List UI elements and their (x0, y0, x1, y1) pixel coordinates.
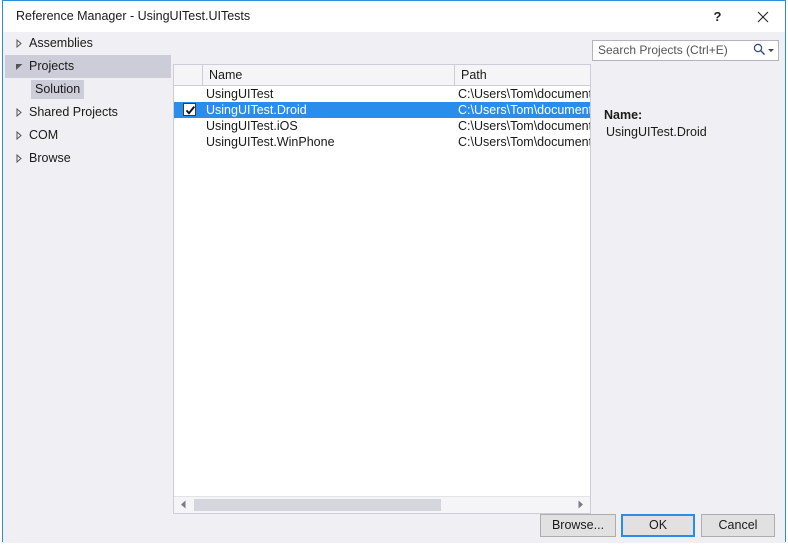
table-row[interactable]: UsingUITest.iOS C:\Users\Tom\document (174, 118, 590, 134)
projects-list: Name Path UsingUITest C:\Users\Tom\docum… (173, 64, 591, 514)
sidebar-item-label: Solution (31, 80, 85, 99)
sidebar-item-assemblies[interactable]: Assemblies (5, 32, 171, 55)
row-path: C:\Users\Tom\document (458, 135, 590, 149)
search-icon-group[interactable] (746, 42, 774, 59)
row-path: C:\Users\Tom\document (458, 87, 590, 101)
row-name: UsingUITest.iOS (206, 119, 298, 133)
row-name: UsingUITest (206, 87, 274, 101)
category-tree: Assemblies Projects Solution Shared Proj… (5, 32, 171, 513)
chevron-right-icon (15, 147, 29, 170)
triangle-left-icon (180, 498, 187, 512)
sidebar-item-label: Shared Projects (29, 105, 118, 119)
search-icon (753, 43, 766, 59)
table-row[interactable]: UsingUITest.Droid C:\Users\Tom\document (174, 102, 590, 118)
close-button[interactable] (740, 1, 785, 32)
sidebar-item-projects[interactable]: Projects (5, 55, 171, 78)
column-header-check[interactable] (174, 65, 203, 85)
search-box[interactable] (592, 40, 779, 61)
horizontal-scrollbar[interactable] (174, 496, 590, 513)
row-path: C:\Users\Tom\document (458, 119, 590, 133)
list-rows: UsingUITest C:\Users\Tom\document UsingU… (174, 86, 590, 150)
detail-name-label: Name: (604, 108, 643, 122)
help-button[interactable]: ? (695, 1, 740, 32)
scroll-right-button[interactable] (572, 497, 589, 513)
list-header-row: Name Path (174, 65, 590, 86)
sidebar-item-label: COM (29, 128, 59, 142)
reference-manager-dialog: Reference Manager - UsingUITest.UITests … (2, 0, 786, 543)
column-header-name[interactable]: Name (203, 65, 455, 85)
ok-button[interactable]: OK (621, 514, 695, 537)
triangle-right-icon (577, 498, 584, 512)
sidebar-item-label: Assemblies (29, 36, 93, 50)
scroll-left-button[interactable] (175, 497, 192, 513)
row-checkbox[interactable] (183, 103, 196, 116)
dialog-footer: Browse... OK Cancel (3, 514, 785, 543)
detail-name-value: UsingUITest.Droid (606, 125, 707, 139)
scroll-track[interactable] (192, 499, 572, 511)
table-row[interactable]: UsingUITest.WinPhone C:\Users\Tom\docume… (174, 134, 590, 150)
row-name: UsingUITest.WinPhone (206, 135, 335, 149)
sidebar-item-label: Projects (29, 59, 75, 73)
sidebar-item-solution[interactable]: Solution (5, 78, 171, 101)
search-input[interactable] (598, 41, 738, 60)
table-row[interactable]: UsingUITest C:\Users\Tom\document (174, 86, 590, 102)
chevron-down-icon (15, 55, 29, 78)
row-path: C:\Users\Tom\document (458, 103, 590, 117)
title-bar: Reference Manager - UsingUITest.UITests … (3, 1, 785, 32)
dialog-body: Assemblies Projects Solution Shared Proj… (3, 32, 785, 543)
chevron-down-icon[interactable] (768, 49, 774, 52)
chevron-right-icon (15, 32, 29, 55)
close-icon (757, 11, 769, 23)
chevron-right-icon (15, 101, 29, 124)
row-name: UsingUITest.Droid (206, 103, 307, 117)
detail-panel: Name: UsingUITest.Droid (595, 64, 781, 514)
cancel-button[interactable]: Cancel (701, 514, 775, 537)
chevron-right-icon (15, 124, 29, 147)
column-header-path[interactable]: Path (455, 65, 590, 85)
browse-button[interactable]: Browse... (540, 514, 616, 537)
sidebar-item-browse[interactable]: Browse (5, 147, 171, 170)
sidebar-item-com[interactable]: COM (5, 124, 171, 147)
sidebar-item-shared-projects[interactable]: Shared Projects (5, 101, 171, 124)
sidebar-item-label: Browse (29, 151, 71, 165)
window-title: Reference Manager - UsingUITest.UITests (16, 9, 251, 23)
scroll-thumb[interactable] (194, 499, 441, 511)
window-controls: ? (695, 1, 785, 32)
